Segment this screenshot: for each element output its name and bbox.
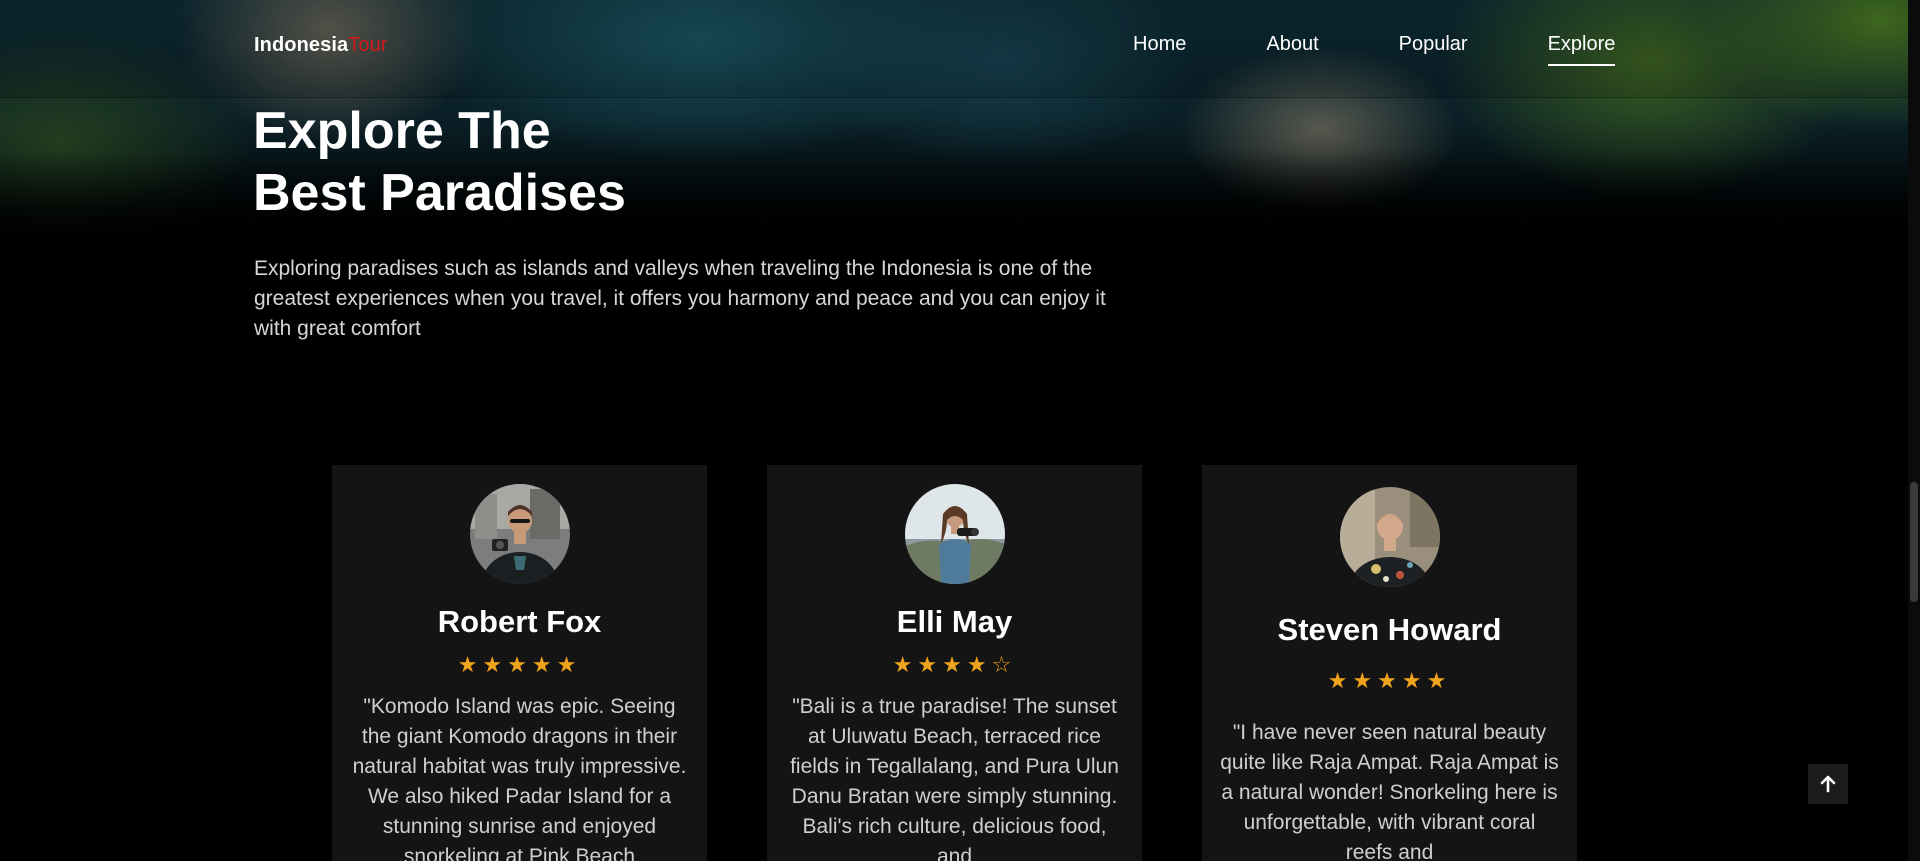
nav-link-popular[interactable]: Popular — [1399, 33, 1468, 56]
avatar — [904, 484, 1005, 584]
page: IndonesiaTour Home About Popular Explore… — [0, 0, 1920, 861]
star-rating: ★★★★★ — [457, 653, 582, 678]
testimonial-name: Steven Howard — [1277, 612, 1502, 647]
avatar — [1339, 487, 1440, 587]
star-rating: ★★★★★ — [1327, 669, 1452, 694]
testimonial-name: Robert Fox — [437, 604, 602, 639]
hero-title-line-2: Best Paradises — [253, 164, 626, 222]
testimonial-card: Robert Fox ★★★★★ "Komodo Island was epic… — [332, 465, 707, 861]
logo-accent-text: Tour — [348, 34, 388, 56]
scrollbar[interactable] — [1908, 0, 1920, 861]
testimonial-card: Elli May ★★★★☆ "Bali is a true paradise!… — [767, 465, 1142, 861]
arrow-up-icon — [1820, 775, 1836, 793]
testimonial-quote: "Bali is a true paradise! The sunset at … — [790, 695, 1119, 861]
hero-description: Exploring paradises such as islands and … — [254, 257, 1106, 340]
avatar — [469, 484, 570, 584]
star-rating: ★★★★☆ — [892, 653, 1017, 678]
nav-links: Home About Popular Explore — [1133, 33, 1615, 66]
testimonial-name: Elli May — [896, 604, 1013, 639]
logo-main-text: Indonesia — [254, 34, 349, 56]
back-to-top-button[interactable] — [1808, 764, 1848, 804]
navbar: IndonesiaTour Home About Popular Explore — [0, 0, 1908, 97]
nav-link-explore[interactable]: Explore — [1547, 33, 1615, 66]
logo[interactable]: IndonesiaTour — [254, 34, 388, 57]
hero-title: Explore The Best Paradises — [253, 100, 626, 224]
nav-link-about[interactable]: About — [1266, 33, 1318, 56]
testimonial-card: Steven Howard ★★★★★ "I have never seen n… — [1202, 465, 1577, 861]
nav-link-home[interactable]: Home — [1133, 33, 1186, 56]
testimonial-quote: "I have never seen natural beauty quite … — [1220, 721, 1559, 861]
testimonial-quote: "Komodo Island was epic. Seeing the gian… — [352, 695, 687, 861]
hero-title-line-1: Explore The — [253, 102, 551, 160]
scrollbar-thumb[interactable] — [1910, 482, 1918, 602]
